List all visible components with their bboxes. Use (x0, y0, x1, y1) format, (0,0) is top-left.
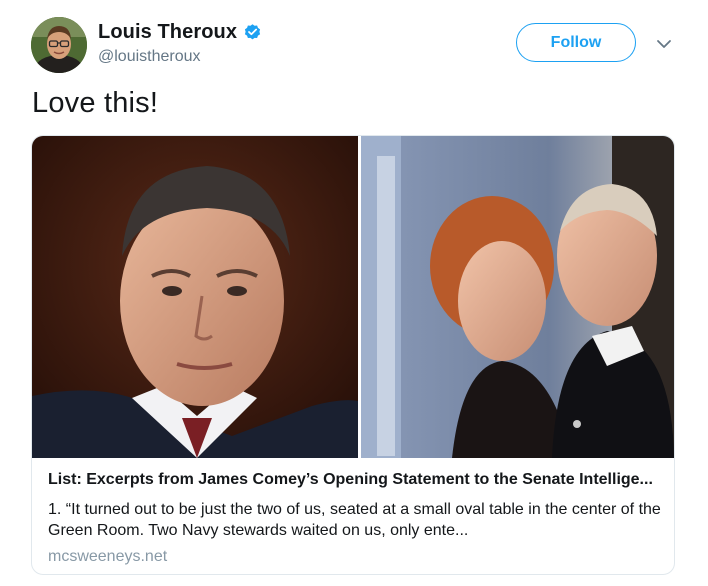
display-name[interactable]: Louis Theroux (98, 21, 237, 44)
tweet: Louis Theroux @louistheroux Follow Love … (0, 0, 708, 586)
follow-button[interactable]: Follow (516, 23, 636, 62)
name-row: Louis Theroux (98, 19, 262, 45)
chevron-down-icon[interactable] (656, 37, 672, 49)
user-handle[interactable]: @louistheroux (98, 48, 262, 66)
card-description: 1. “It turned out to be just the two of … (48, 501, 661, 539)
link-card[interactable]: List: Excerpts from James Comey’s Openin… (31, 135, 675, 575)
tweet-text: Love this! (32, 87, 159, 119)
verified-badge-icon (243, 23, 262, 42)
card-body: List: Excerpts from James Comey’s Openin… (48, 470, 662, 567)
author-block: Louis Theroux @louistheroux (98, 19, 262, 66)
profile-photo-icon (31, 17, 87, 73)
photo-collage-icon (32, 136, 674, 458)
card-image (32, 136, 674, 458)
avatar[interactable] (31, 17, 87, 73)
card-domain[interactable]: mcsweeneys.net (48, 547, 662, 567)
card-title[interactable]: List: Excerpts from James Comey’s Openin… (48, 470, 662, 490)
